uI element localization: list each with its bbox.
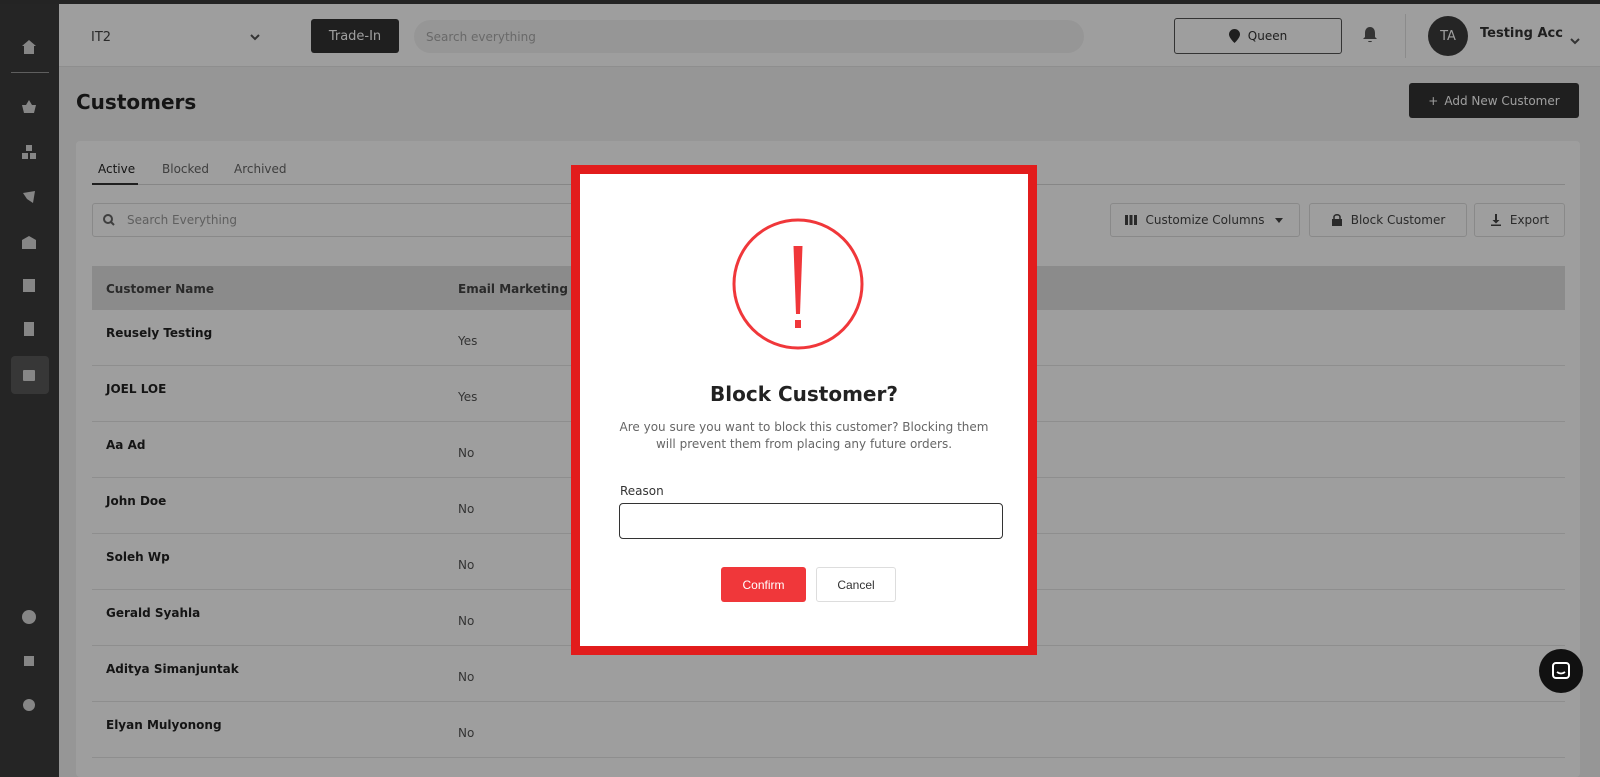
- chat-launcher-button[interactable]: [1539, 649, 1583, 693]
- block-customer-dialog: Block Customer? Are you sure you want to…: [571, 165, 1037, 655]
- cancel-button[interactable]: Cancel: [816, 567, 896, 602]
- confirm-button[interactable]: Confirm: [721, 567, 806, 602]
- reason-label: Reason: [620, 484, 664, 498]
- chat-icon: [1552, 662, 1570, 679]
- dialog-message: Are you sure you want to block this cust…: [619, 420, 989, 451]
- warning-exclamation-icon: [732, 218, 864, 350]
- reason-input[interactable]: [619, 503, 1003, 539]
- dialog-title: Block Customer?: [710, 382, 898, 406]
